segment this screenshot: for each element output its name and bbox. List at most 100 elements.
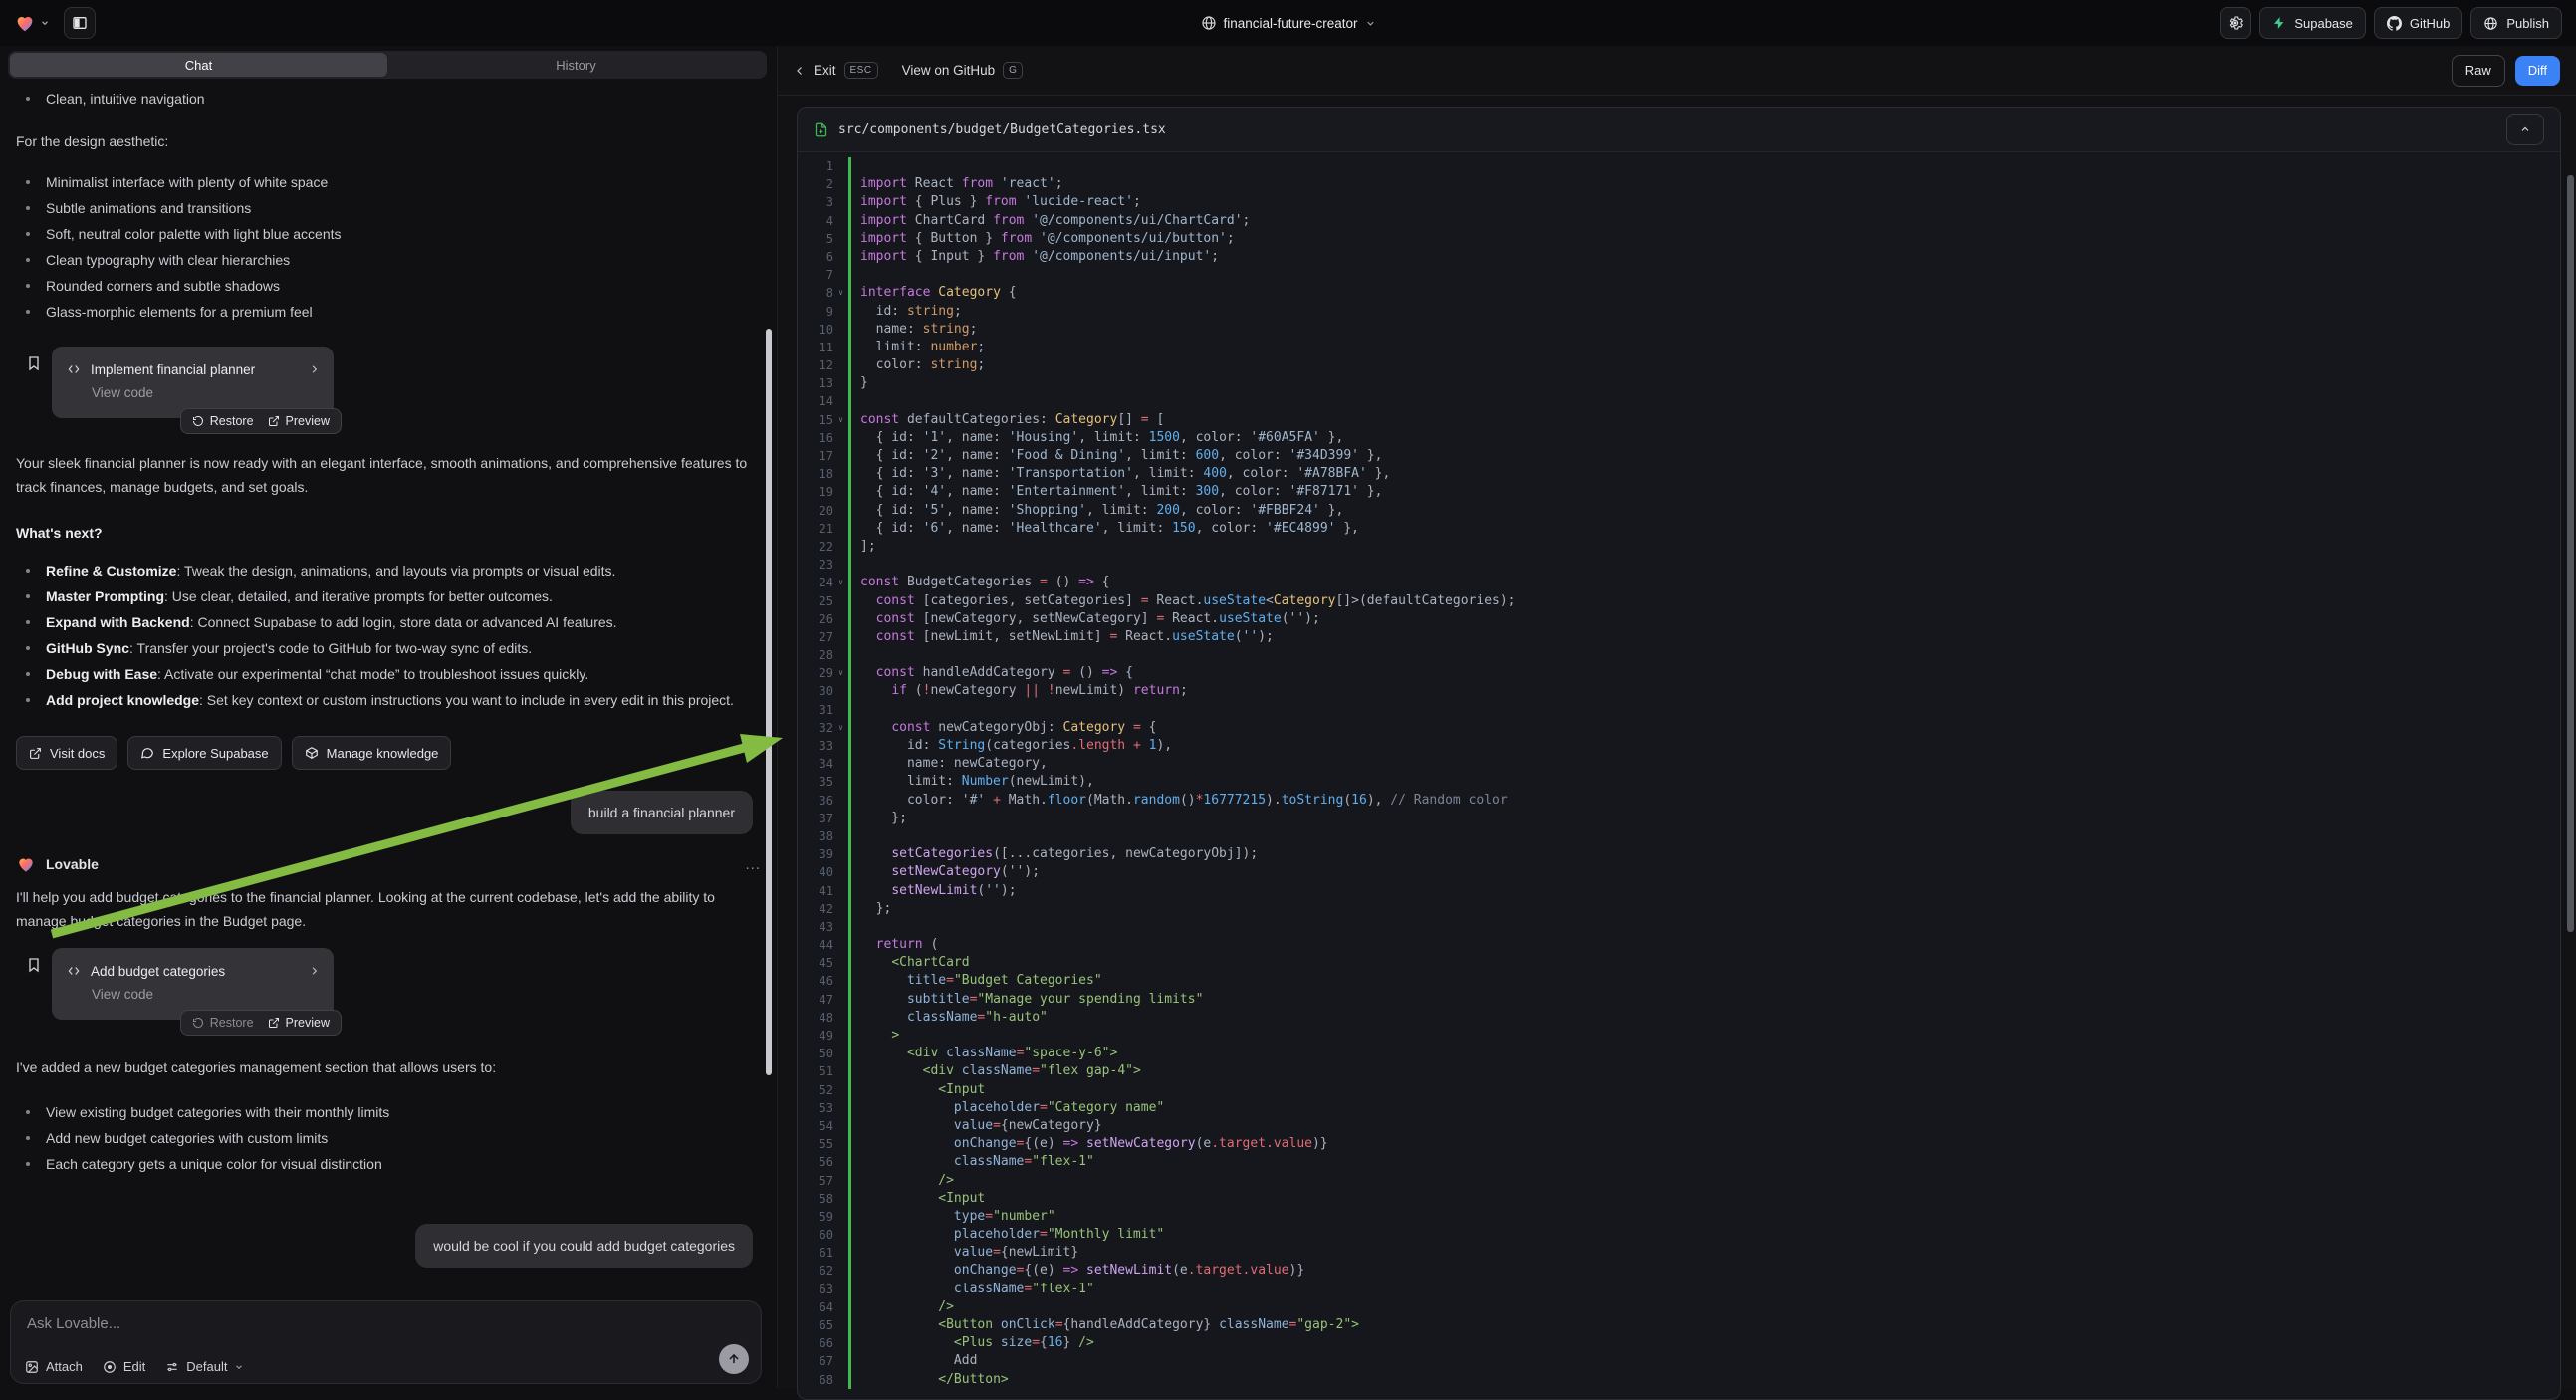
code-line: 54 value={newCategory}: [798, 1117, 2560, 1135]
version-card[interactable]: Add budget categories View code Restore …: [52, 948, 334, 1020]
fold-gutter: [833, 701, 848, 719]
fold-gutter: [833, 266, 848, 284]
file-header[interactable]: src/components/budget/BudgetCategories.t…: [798, 108, 2560, 152]
bullet-text: Clean, intuitive navigation: [46, 86, 205, 112]
diff-button[interactable]: Diff: [2515, 56, 2560, 86]
fold-gutter: [833, 954, 848, 972]
chevron-right-icon[interactable]: [309, 363, 320, 375]
line-number: 12: [798, 356, 833, 374]
code-text: color: '#' + Math.floor(Math.random()*16…: [848, 792, 2560, 810]
bullet-dot: [26, 1136, 30, 1140]
code-text: value={newLimit}: [848, 1244, 2560, 1262]
code-text: import ChartCard from '@/components/ui/C…: [848, 212, 2560, 230]
assistant-name: Lovable: [46, 856, 99, 872]
collapse-file-button[interactable]: [2506, 114, 2544, 145]
fold-gutter: [833, 972, 848, 990]
fold-gutter: [833, 1153, 848, 1171]
fold-gutter: [833, 1352, 848, 1370]
view-code-link[interactable]: View code: [92, 385, 320, 407]
fold-gutter: [833, 936, 848, 954]
chevron-down-icon: [1365, 18, 1376, 29]
bullet-text: Debug with Ease: Activate our experiment…: [46, 661, 588, 687]
line-number: 13: [798, 374, 833, 392]
code-line: 31: [798, 701, 2560, 719]
version-card-title: Add budget categories: [91, 964, 225, 979]
version-card[interactable]: Implement financial planner View code Re…: [52, 347, 334, 418]
bookmark-icon[interactable]: [26, 956, 42, 974]
chat-scroll-area[interactable]: Clean, intuitive navigation For the desi…: [0, 86, 777, 1300]
line-number: 36: [798, 792, 833, 810]
chat-scrollbar[interactable]: [766, 329, 772, 1075]
line-number: 58: [798, 1190, 833, 1208]
bullet-item: Debug with Ease: Activate our experiment…: [0, 661, 777, 687]
code-text: />: [848, 1298, 2560, 1316]
code-text: setCategories([...categories, newCategor…: [848, 845, 2560, 863]
preview-button[interactable]: Preview: [268, 1016, 330, 1030]
project-switcher[interactable]: financial-future-creator: [1200, 0, 1375, 46]
exit-button[interactable]: Exit esc: [794, 62, 878, 79]
edit-button[interactable]: Edit: [103, 1359, 145, 1374]
line-number: 53: [798, 1099, 833, 1117]
globe-icon: [2483, 16, 2498, 31]
line-number: 47: [798, 991, 833, 1009]
preview-button[interactable]: Preview: [268, 414, 330, 428]
restore-button[interactable]: Restore: [192, 414, 254, 428]
github-button[interactable]: GitHub: [2374, 7, 2462, 39]
mode-dropdown[interactable]: Default: [165, 1359, 244, 1374]
explore-supabase-button[interactable]: Explore Supabase: [127, 736, 281, 770]
code-line: 14: [798, 392, 2560, 410]
code-text: title="Budget Categories": [848, 972, 2560, 990]
fold-gutter: [833, 175, 848, 193]
gear-icon: [2227, 15, 2243, 31]
fold-chevron-icon[interactable]: ∨: [833, 284, 848, 302]
bullet-text: Each category gets a unique color for vi…: [46, 1151, 382, 1177]
bullet-text: Glass-morphic elements for a premium fee…: [46, 299, 313, 325]
fold-chevron-icon[interactable]: ∨: [833, 411, 848, 429]
code-text: placeholder="Category name": [848, 1099, 2560, 1117]
fold-chevron-icon[interactable]: ∨: [833, 719, 848, 737]
code-text: />: [848, 1172, 2560, 1190]
fold-gutter: [833, 520, 848, 538]
editor-scrollbar[interactable]: [2567, 175, 2574, 932]
panel-icon: [72, 15, 88, 31]
publish-button[interactable]: Publish: [2470, 7, 2562, 39]
view-on-github-button[interactable]: View on GitHub G: [902, 62, 1024, 79]
code-text: color: string;: [848, 356, 2560, 374]
fold-gutter: [833, 356, 848, 374]
code-line: 16 { id: '1', name: 'Housing', limit: 15…: [798, 429, 2560, 447]
bookmark-icon[interactable]: [26, 354, 42, 372]
tab-chat[interactable]: Chat: [10, 53, 387, 77]
fold-gutter: [833, 447, 848, 465]
restore-button[interactable]: Restore: [192, 1016, 254, 1030]
code-line: 63 className="flex-1": [798, 1281, 2560, 1298]
send-button[interactable]: [719, 1344, 749, 1374]
fold-chevron-icon[interactable]: ∨: [833, 574, 848, 591]
tab-history[interactable]: History: [387, 53, 765, 77]
bullet-item: Minimalist interface with plenty of whit…: [0, 169, 777, 195]
bullet-dot: [26, 646, 30, 650]
fold-chevron-icon[interactable]: ∨: [833, 664, 848, 682]
message-menu-button[interactable]: ...: [745, 856, 761, 873]
code-line: 37 };: [798, 810, 2560, 827]
code-line: 4import ChartCard from '@/components/ui/…: [798, 212, 2560, 230]
manage-knowledge-button[interactable]: Manage knowledge: [292, 736, 452, 770]
bullet-text: Master Prompting: Use clear, detailed, a…: [46, 583, 553, 609]
line-number: 24: [798, 574, 833, 591]
raw-button[interactable]: Raw: [2452, 55, 2505, 87]
toggle-sidebar-button[interactable]: [64, 7, 96, 39]
chevron-right-icon[interactable]: [309, 965, 320, 977]
fold-gutter: [833, 1244, 848, 1262]
code-line: 49 >: [798, 1027, 2560, 1045]
fold-gutter: [833, 827, 848, 845]
visit-docs-button[interactable]: Visit docs: [16, 736, 117, 770]
line-number: 31: [798, 701, 833, 719]
attach-button[interactable]: Attach: [25, 1359, 83, 1374]
supabase-button[interactable]: Supabase: [2259, 7, 2366, 39]
view-code-link[interactable]: View code: [92, 987, 320, 1009]
settings-button[interactable]: [2220, 7, 2251, 39]
chat-input[interactable]: Ask Lovable...: [27, 1315, 745, 1332]
code-line: 6import { Input } from '@/components/ui/…: [798, 248, 2560, 266]
lovable-logo-menu[interactable]: [14, 12, 50, 34]
fold-gutter: [833, 1262, 848, 1280]
code-body[interactable]: 12import React from 'react';3import { Pl…: [798, 153, 2560, 1399]
